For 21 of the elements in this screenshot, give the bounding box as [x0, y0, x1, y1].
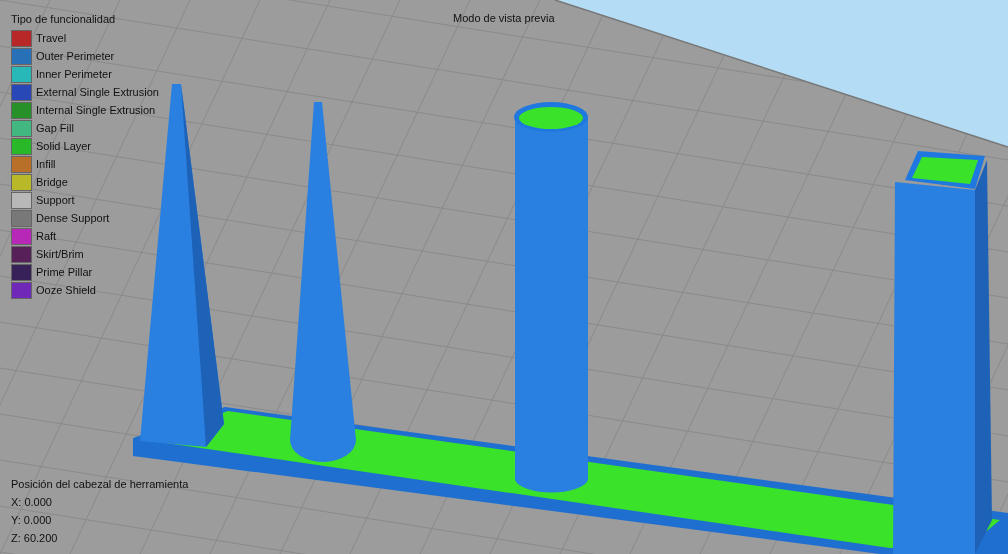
legend-title: Tipo de funcionalidad	[11, 12, 117, 27]
legend-label: Inner Perimeter	[36, 68, 112, 80]
legend-label: Travel	[36, 32, 67, 44]
tool-head-title: Posición del cabezal de herramienta	[11, 477, 189, 491]
legend-label: Prime Pillar	[36, 266, 93, 278]
legend-label: Raft	[36, 230, 57, 242]
legend-label: Ooze Shield	[36, 284, 96, 296]
z-coordinate: Z: 60.200	[11, 531, 59, 545]
legend-label: Bridge	[36, 176, 68, 188]
legend-label: Dense Support	[36, 212, 110, 224]
legend-label: Internal Single Extrusion	[36, 104, 156, 116]
legend-label: Skirt/Brim	[36, 248, 84, 260]
view-mode-title: Modo de vista previa	[453, 12, 555, 24]
legend-label: Support	[36, 194, 75, 206]
legend-label: Infill	[36, 158, 56, 170]
legend-label: Solid Layer	[36, 140, 92, 152]
legend-label: Outer Perimeter	[36, 50, 115, 62]
x-coordinate: X: 0.000	[11, 495, 53, 509]
y-coordinate: Y: 0.000	[11, 513, 53, 527]
legend-label: External Single Extrusion	[36, 86, 159, 98]
legend-label: Gap Fill	[36, 122, 74, 134]
